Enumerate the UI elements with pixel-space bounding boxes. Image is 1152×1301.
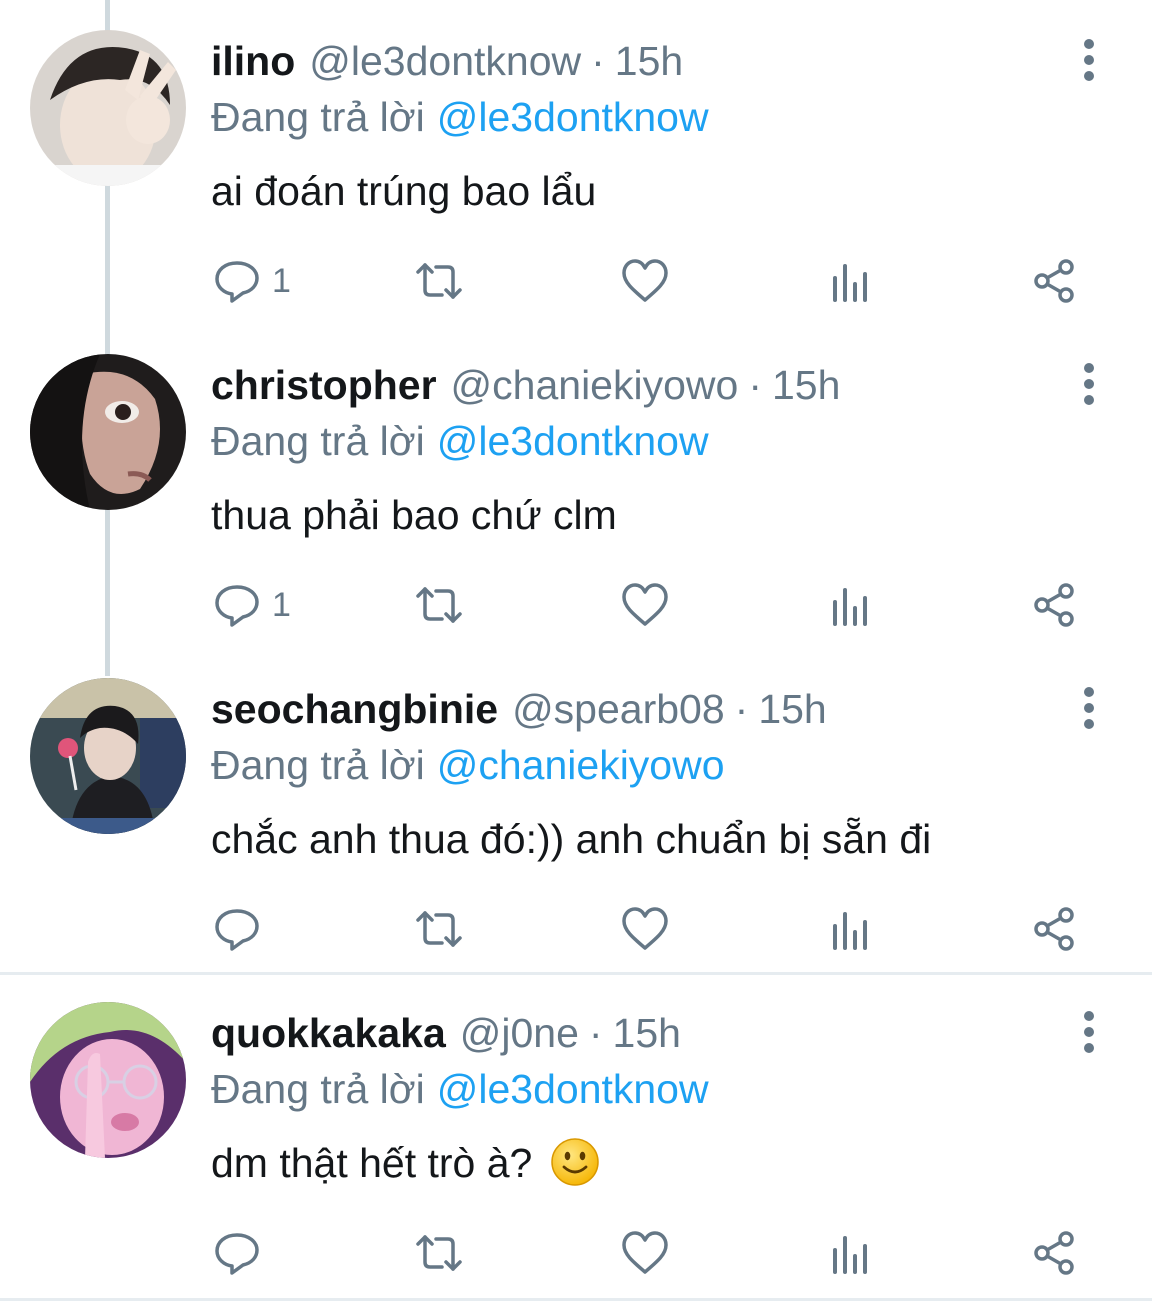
tweet-header: ilino @le3dontknow · 15h [211, 34, 683, 88]
analytics-icon [833, 912, 867, 950]
analytics-icon [833, 264, 867, 302]
reply-mention-link[interactable]: @le3dontknow [437, 1066, 709, 1112]
display-name[interactable]: ilino [211, 34, 295, 88]
slightly-smiling-face-icon [551, 1138, 599, 1186]
action-bar [0, 896, 1152, 962]
retweet-button[interactable] [414, 572, 464, 638]
separator-dot: · [588, 1010, 603, 1056]
replying-to: Đang trả lời @chaniekiyowo [211, 738, 725, 792]
retweet-button[interactable] [414, 896, 464, 962]
tweet[interactable]: seochangbinie @spearb08 · 15h Đang trả l… [0, 648, 1152, 972]
retweet-button[interactable] [414, 1220, 464, 1286]
avatar[interactable] [30, 30, 186, 186]
tweet-text: dm thật hết trò à? [211, 1140, 533, 1186]
like-button[interactable] [620, 896, 670, 962]
analytics-icon [833, 588, 867, 626]
replying-to: Đang trả lời @le3dontknow [211, 90, 709, 144]
retweet-icon [416, 911, 462, 947]
separator-dot: · [748, 362, 762, 408]
timestamp[interactable]: 15h [615, 34, 683, 88]
retweet-icon [416, 1235, 462, 1271]
reply-count: 1 [272, 261, 291, 300]
heart-icon [622, 583, 668, 626]
reply-button[interactable]: 1 [212, 572, 291, 638]
tweet-text-container: dm thật hết trò à? [211, 1136, 600, 1190]
display-name[interactable]: christopher [211, 358, 437, 412]
timestamp[interactable]: 15h [772, 358, 840, 412]
more-vertical-icon[interactable] [1070, 684, 1108, 732]
like-button[interactable] [620, 1220, 670, 1286]
user-handle[interactable]: @j0ne [460, 1006, 579, 1060]
analytics-button[interactable] [825, 248, 875, 314]
tweet-header: quokkakaka @j0ne · 15h [211, 1006, 681, 1060]
tweet[interactable]: ilino @le3dontknow · 15h Đang trả lời @le… [0, 0, 1152, 324]
reply-icon [215, 585, 259, 627]
replying-to: Đang trả lời @le3dontknow [211, 1062, 709, 1116]
separator-dot: · [591, 38, 605, 84]
reply-button[interactable] [212, 896, 272, 962]
timestamp[interactable]: 15h [758, 682, 826, 736]
replying-to-label: Đang trả lời [211, 94, 425, 140]
share-button[interactable] [1030, 896, 1080, 962]
action-bar [0, 1220, 1152, 1286]
reply-button[interactable]: 1 [212, 248, 291, 314]
retweet-icon [416, 263, 462, 299]
analytics-button[interactable] [825, 896, 875, 962]
tweet-header: christopher @chaniekiyowo · 15h [211, 358, 840, 412]
share-button[interactable] [1030, 1220, 1080, 1286]
share-button[interactable] [1030, 572, 1080, 638]
timestamp[interactable]: 15h [613, 1006, 681, 1060]
share-icon [1034, 1231, 1074, 1275]
analytics-button[interactable] [825, 572, 875, 638]
reply-icon [215, 261, 259, 303]
share-icon [1034, 259, 1074, 303]
tweet-text: chắc anh thua đó:)) anh chuẩn bị sẵn đi [211, 816, 932, 862]
more-vertical-icon[interactable] [1070, 36, 1108, 84]
more-vertical-icon[interactable] [1070, 1008, 1108, 1056]
tweet[interactable]: quokkakaka @j0ne · 15h Đang trả lời @le3d… [0, 972, 1152, 1296]
replying-to-label: Đang trả lời [211, 418, 425, 464]
action-bar: 1 [0, 248, 1152, 314]
share-button[interactable] [1030, 248, 1080, 314]
tweet[interactable]: christopher @chaniekiyowo · 15h Đang trả… [0, 324, 1152, 648]
replying-to-label: Đang trả lời [211, 742, 425, 788]
avatar[interactable] [30, 1002, 186, 1158]
share-icon [1034, 907, 1074, 951]
display-name[interactable]: quokkakaka [211, 1006, 446, 1060]
reply-button[interactable] [212, 1220, 272, 1286]
heart-icon [622, 1231, 668, 1274]
heart-icon [622, 259, 668, 302]
user-handle[interactable]: @le3dontknow [309, 34, 581, 88]
replying-to: Đang trả lời @le3dontknow [211, 414, 709, 468]
tweet-text: thua phải bao chứ clm [211, 492, 617, 538]
retweet-button[interactable] [414, 248, 464, 314]
user-handle[interactable]: @spearb08 [512, 682, 725, 736]
action-bar: 1 [0, 572, 1152, 638]
more-vertical-icon[interactable] [1070, 360, 1108, 408]
analytics-icon [833, 1236, 867, 1274]
retweet-icon [416, 587, 462, 623]
reply-mention-link[interactable]: @chaniekiyowo [437, 742, 725, 788]
tweet-text: ai đoán trúng bao lẩu [211, 168, 597, 214]
replying-to-label: Đang trả lời [211, 1066, 425, 1112]
user-handle[interactable]: @chaniekiyowo [451, 358, 739, 412]
reply-mention-link[interactable]: @le3dontknow [437, 418, 709, 464]
tweet-header: seochangbinie @spearb08 · 15h [211, 682, 827, 736]
share-icon [1034, 583, 1074, 627]
reply-icon [215, 1233, 259, 1275]
reply-icon [215, 909, 259, 951]
like-button[interactable] [620, 248, 670, 314]
reply-count: 1 [272, 585, 291, 624]
avatar[interactable] [30, 354, 186, 510]
separator-dot: · [734, 686, 749, 732]
heart-icon [622, 907, 668, 950]
avatar[interactable] [30, 678, 186, 834]
analytics-button[interactable] [825, 1220, 875, 1286]
reply-mention-link[interactable]: @le3dontknow [437, 94, 709, 140]
display-name[interactable]: seochangbinie [211, 682, 498, 736]
like-button[interactable] [620, 572, 670, 638]
